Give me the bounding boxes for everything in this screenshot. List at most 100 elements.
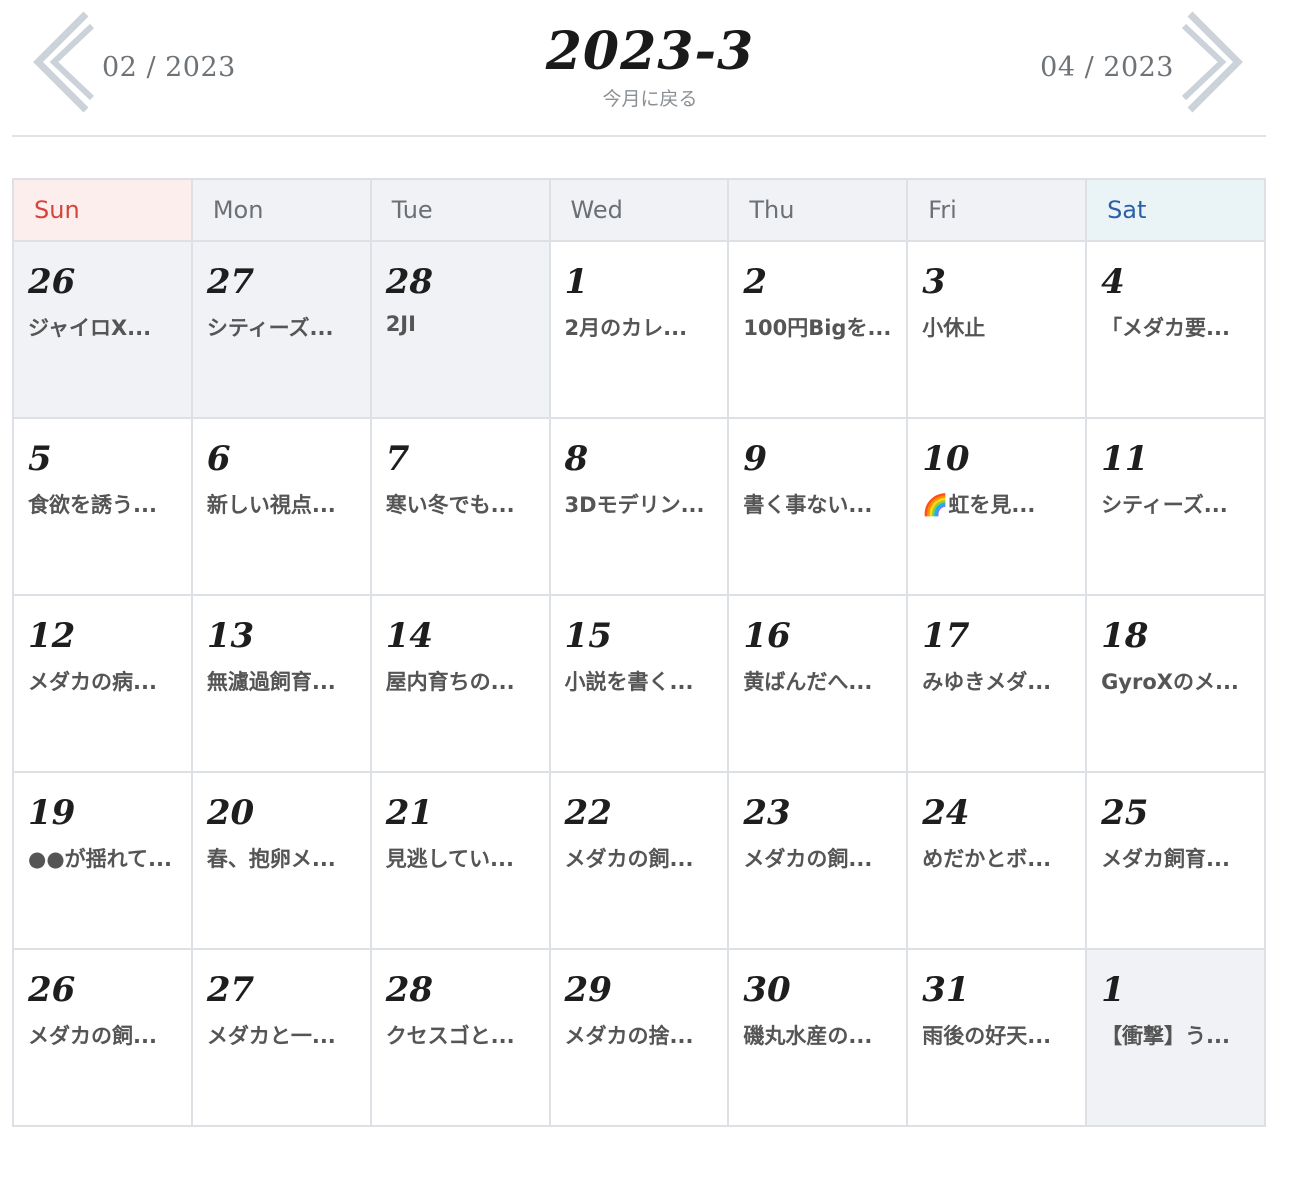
next-month-link[interactable]: 04 / 2023 <box>1040 10 1252 114</box>
calendar-day-cell[interactable]: 21 見逃してい... <box>369 771 551 950</box>
calendar-day-cell[interactable]: 13 無濾過飼育... <box>190 594 372 773</box>
day-number: 19 <box>28 793 76 833</box>
post-title-link[interactable]: 2月のカレ... <box>565 312 723 342</box>
calendar-day-cell[interactable]: 3 小休止 <box>906 240 1088 419</box>
post-title-link[interactable]: 2JI <box>386 312 544 336</box>
day-number: 27 <box>206 262 255 302</box>
post-title-link[interactable]: クセスゴと... <box>386 1020 544 1050</box>
calendar-day-cell[interactable]: 8 3Dモデリン... <box>548 417 730 596</box>
post-title-link[interactable]: メダカと一... <box>207 1020 365 1050</box>
post-title-link[interactable]: 屋内育ちの... <box>386 666 544 696</box>
post-title-link[interactable]: 書く事ない... <box>743 489 901 519</box>
calendar-day-cell[interactable]: 29 メダカの捨... <box>548 948 730 1127</box>
post-title-link[interactable]: 雨後の好天... <box>922 1020 1080 1050</box>
calendar-day-cell[interactable]: 5 食欲を誘う... <box>12 417 193 596</box>
calendar-week-row: 19 ●●が揺れて... 20 春、抱卵メ... 21 見逃してい... 22 メダカの飼..… <box>12 771 1266 950</box>
calendar-day-cell[interactable]: 14 屋内育ちの... <box>369 594 551 773</box>
day-number: 7 <box>385 439 410 479</box>
post-title-link[interactable]: 春、抱卵メ... <box>207 843 365 873</box>
post-title-link[interactable]: シティーズ... <box>207 312 365 342</box>
post-title-link[interactable]: メダカの病... <box>28 666 186 696</box>
calendar-day-cell[interactable]: 26 ジャイロX... <box>12 240 193 419</box>
post-title-link[interactable]: メダカ飼育... <box>1101 843 1259 873</box>
post-title-link[interactable]: みゆきメダ... <box>922 666 1080 696</box>
back-to-current-month-link[interactable]: 今月に戻る <box>602 84 697 111</box>
calendar-day-cell[interactable]: 15 小説を書く... <box>548 594 730 773</box>
day-number: 2 <box>743 262 768 302</box>
weekday-header-row: Sun Mon Tue Wed Thu Fri Sat <box>12 178 1266 242</box>
post-title-link[interactable]: メダカの捨... <box>565 1020 723 1050</box>
calendar-day-cell[interactable]: 7 寒い冬でも... <box>369 417 551 596</box>
post-title-link[interactable]: 無濾過飼育... <box>207 666 365 696</box>
calendar-week-row: 12 メダカの病... 13 無濾過飼育... 14 屋内育ちの... 15 小説を書く...… <box>12 594 1266 773</box>
calendar-day-cell[interactable]: 31 雨後の好天... <box>906 948 1088 1127</box>
calendar-day-cell[interactable]: 12 メダカの病... <box>12 594 193 773</box>
weekday-thu: Thu <box>727 178 909 242</box>
day-number: 1 <box>564 262 589 302</box>
calendar-day-cell[interactable]: 28 クセスゴと... <box>369 948 551 1127</box>
calendar-day-cell[interactable]: 16 黄ばんだへ... <box>727 594 909 773</box>
calendar-day-cell[interactable]: 6 新しい視点... <box>190 417 372 596</box>
calendar-day-cell[interactable]: 28 2JI <box>369 240 551 419</box>
day-number: 26 <box>28 970 76 1010</box>
day-number: 26 <box>28 262 76 302</box>
post-title-link[interactable]: 🌈虹を見... <box>922 489 1080 519</box>
post-title-link[interactable]: メダカの飼... <box>565 843 723 873</box>
post-title-link[interactable]: 磯丸水産の... <box>743 1020 901 1050</box>
weekday-wed: Wed <box>548 178 730 242</box>
post-title-link[interactable]: 小説を書く... <box>565 666 723 696</box>
post-title-link[interactable]: めだかとボ... <box>922 843 1080 873</box>
calendar-day-cell[interactable]: 18 GyroXのメ... <box>1085 594 1266 773</box>
post-title-link[interactable]: 見逃してい... <box>386 843 544 873</box>
calendar-day-cell[interactable]: 19 ●●が揺れて... <box>12 771 193 950</box>
day-number: 11 <box>1101 439 1149 479</box>
calendar-day-cell[interactable]: 20 春、抱卵メ... <box>190 771 372 950</box>
post-title-link[interactable]: メダカの飼... <box>28 1020 186 1050</box>
calendar-week-row: 26 ジャイロX... 27 シティーズ... 28 2JI 1 2月のカレ... 2 100円B… <box>12 240 1266 419</box>
post-title-link[interactable]: メダカの飼... <box>743 843 901 873</box>
calendar-day-cell[interactable]: 24 めだかとボ... <box>906 771 1088 950</box>
post-title-link[interactable]: シティーズ... <box>1101 489 1259 519</box>
calendar-day-cell[interactable]: 1 2月のカレ... <box>548 240 730 419</box>
day-number: 31 <box>922 970 970 1010</box>
post-title-link[interactable]: 黄ばんだへ... <box>743 666 901 696</box>
day-number: 16 <box>743 616 791 656</box>
calendar-day-cell[interactable]: 22 メダカの飼... <box>548 771 730 950</box>
calendar-day-cell[interactable]: 26 メダカの飼... <box>12 948 193 1127</box>
post-title-link[interactable]: 新しい視点... <box>207 489 365 519</box>
post-title-link[interactable]: 食欲を誘う... <box>28 489 186 519</box>
calendar-day-cell[interactable]: 25 メダカ飼育... <box>1085 771 1266 950</box>
chevron-right-icon <box>1181 11 1243 113</box>
calendar-day-cell[interactable]: 17 みゆきメダ... <box>906 594 1088 773</box>
post-title-link[interactable]: GyroXのメ... <box>1101 666 1259 696</box>
calendar-day-cell[interactable]: 27 メダカと一... <box>190 948 372 1127</box>
post-title-link[interactable]: 寒い冬でも... <box>386 489 544 519</box>
post-title-link[interactable]: 【衝撃】う... <box>1101 1020 1259 1050</box>
next-month-label: 04 / 2023 <box>1040 51 1174 83</box>
calendar-grid: Sun Mon Tue Wed Thu Fri Sat 26 ジャイロX... 27… <box>12 178 1266 1127</box>
day-number: 10 <box>922 439 970 479</box>
weekday-tue: Tue <box>369 178 551 242</box>
calendar-day-cell[interactable]: 4 「メダカ要... <box>1085 240 1266 419</box>
post-title-link[interactable]: 小休止 <box>922 312 1080 342</box>
day-number: 8 <box>564 439 589 479</box>
post-title-link[interactable]: 「メダカ要... <box>1101 312 1259 342</box>
calendar-day-cell[interactable]: 11 シティーズ... <box>1085 417 1266 596</box>
day-number: 17 <box>922 616 970 656</box>
calendar-day-cell[interactable]: 9 書く事ない... <box>727 417 909 596</box>
day-number: 9 <box>743 439 768 479</box>
post-title-link[interactable]: 3Dモデリン... <box>565 489 723 519</box>
day-number: 1 <box>1101 970 1125 1010</box>
calendar-day-cell[interactable]: 27 シティーズ... <box>190 240 372 419</box>
post-title-link[interactable]: 100円Bigを... <box>743 312 901 342</box>
calendar-header: 02 / 2023 2023-3 今月に戻る 04 / 2023 <box>0 0 1300 140</box>
calendar-day-cell[interactable]: 30 磯丸水産の... <box>727 948 909 1127</box>
post-title-link[interactable]: ジャイロX... <box>28 312 186 342</box>
calendar-day-cell[interactable]: 2 100円Bigを... <box>727 240 909 419</box>
day-number: 12 <box>28 616 76 656</box>
day-number: 22 <box>564 793 612 833</box>
calendar-day-cell[interactable]: 1 【衝撃】う... <box>1085 948 1266 1127</box>
calendar-day-cell[interactable]: 10 🌈虹を見... <box>906 417 1088 596</box>
calendar-day-cell[interactable]: 23 メダカの飼... <box>727 771 909 950</box>
post-title-link[interactable]: ●●が揺れて... <box>28 843 186 873</box>
